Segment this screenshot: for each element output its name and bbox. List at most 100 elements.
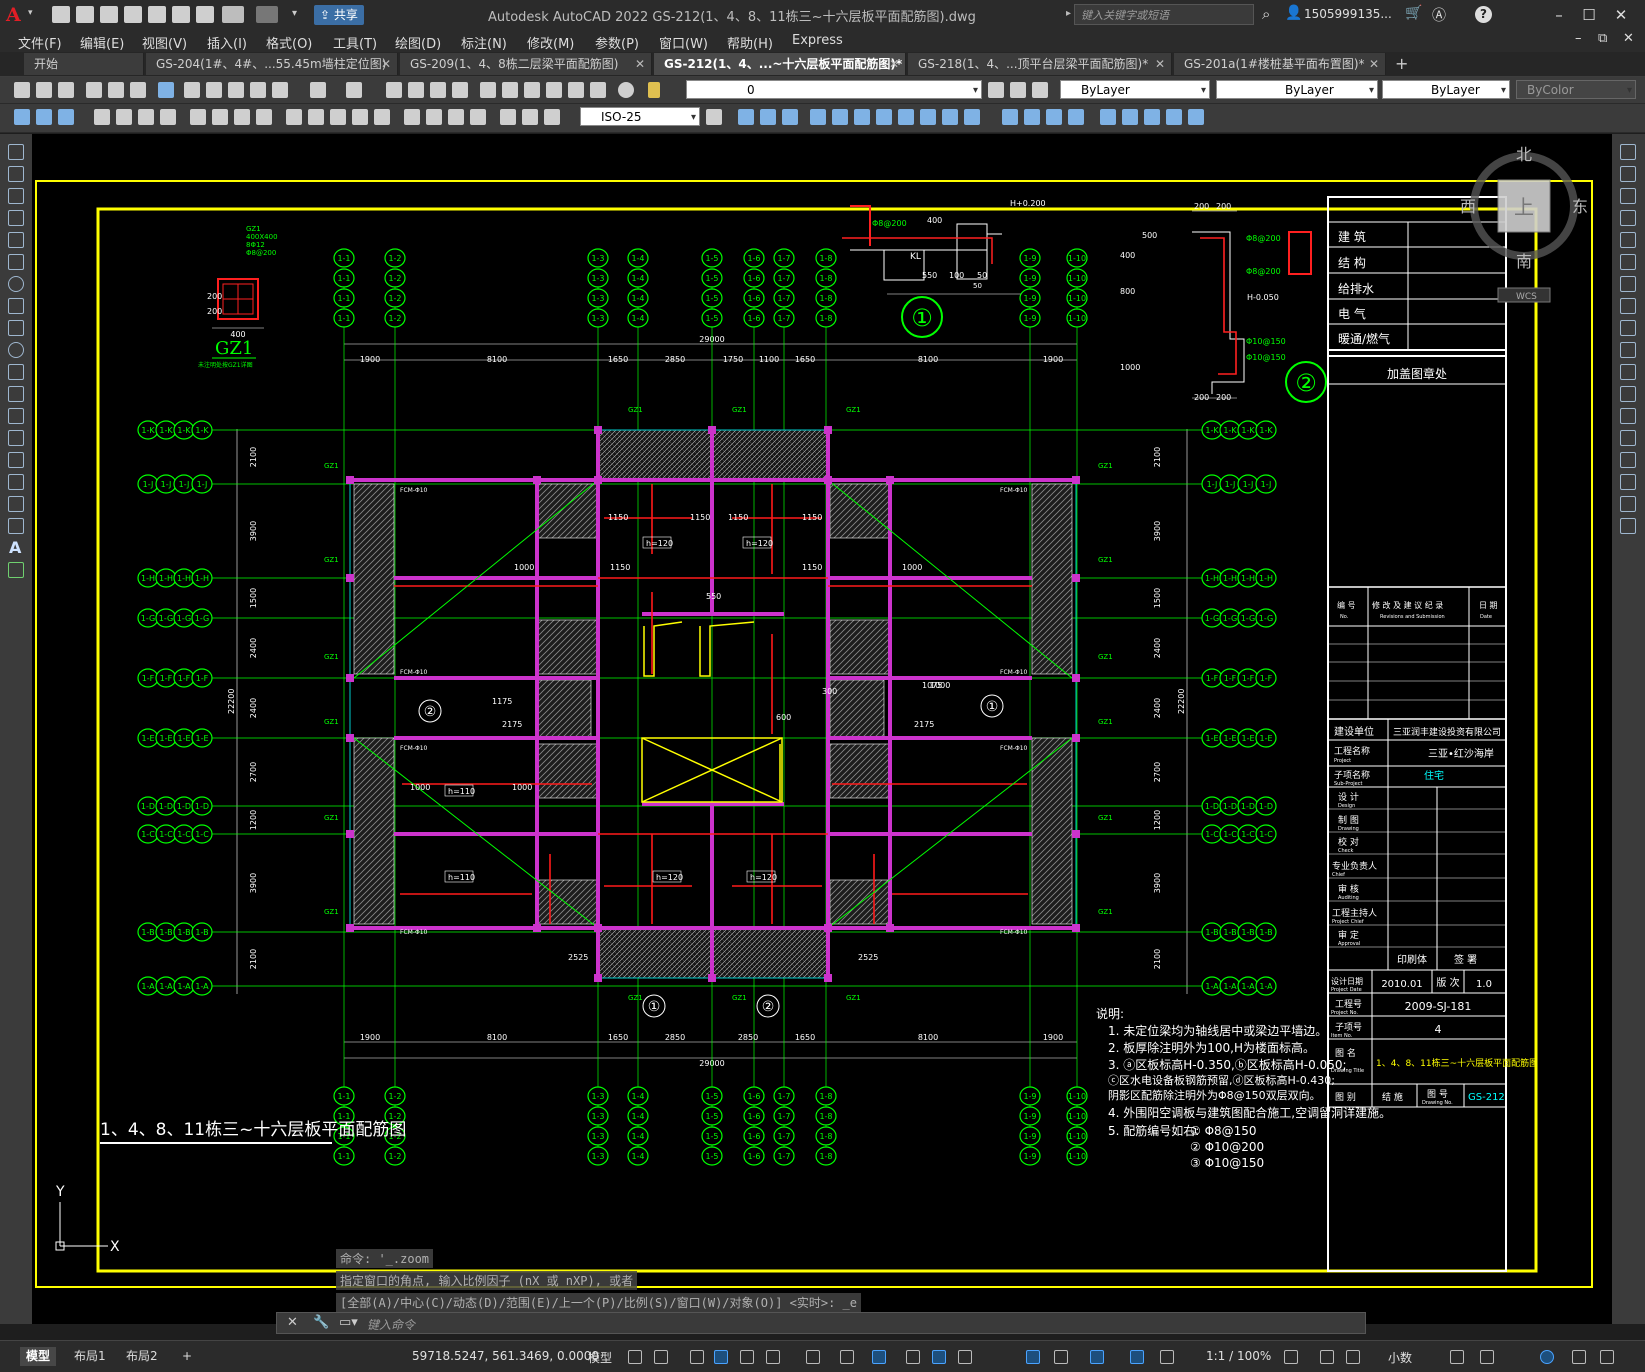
new-tab-icon[interactable]: + xyxy=(1395,54,1408,73)
autodesk-a360-icon[interactable]: Ⓐ xyxy=(1432,5,1446,25)
maximize-button[interactable]: ☐ xyxy=(1575,4,1603,26)
menu-dimension[interactable]: 标注(N) xyxy=(461,33,507,52)
cycle-icon[interactable] xyxy=(36,109,52,125)
tab-close-icon[interactable]: ✕ xyxy=(381,53,391,75)
extend-icon[interactable] xyxy=(1620,364,1636,380)
viewcube-west[interactable]: 西 xyxy=(1460,197,1476,216)
layer-dropdown[interactable]: 0 xyxy=(686,80,982,99)
open-web-icon[interactable] xyxy=(148,6,166,23)
redo-icon[interactable] xyxy=(346,82,362,98)
recent-cmd-icon[interactable]: ▭▾ xyxy=(339,1315,358,1330)
annotation-monitor-icon[interactable] xyxy=(1026,1350,1040,1364)
doc-restore-button[interactable]: ⧉ xyxy=(1598,31,1607,46)
polyline-icon[interactable] xyxy=(8,188,24,204)
customize-qat-icon[interactable]: ▾ xyxy=(292,8,297,19)
3d-mirror-icon[interactable] xyxy=(876,109,892,125)
3d-intersect-icon[interactable] xyxy=(1024,109,1040,125)
paste-icon[interactable] xyxy=(228,82,244,98)
plotstyle-dropdown[interactable]: ByColor xyxy=(1516,80,1636,99)
erase-icon[interactable] xyxy=(1620,144,1636,160)
lock-ui-icon[interactable] xyxy=(1480,1350,1494,1364)
quick-dim-icon[interactable] xyxy=(286,109,302,125)
mirror-icon[interactable] xyxy=(1620,188,1636,204)
aligned-dim-icon[interactable] xyxy=(116,109,132,125)
viewcube-south[interactable]: 南 xyxy=(1516,252,1532,271)
point-icon[interactable] xyxy=(8,430,24,446)
user-icon[interactable]: 👤 xyxy=(1285,5,1302,21)
user-name[interactable]: 1505999135... xyxy=(1304,7,1392,21)
3d-array-icon[interactable] xyxy=(898,109,914,125)
tab-close-icon[interactable]: ✕ xyxy=(889,53,899,75)
markup-icon[interactable] xyxy=(568,82,584,98)
3d-move-icon[interactable] xyxy=(810,109,826,125)
radius-icon[interactable] xyxy=(190,109,206,125)
polar-icon[interactable] xyxy=(766,1350,780,1364)
region-icon[interactable] xyxy=(8,496,24,512)
cycle2-icon[interactable] xyxy=(58,109,74,125)
ortho-icon[interactable] xyxy=(740,1350,754,1364)
close-cmd-icon[interactable]: ✕ xyxy=(287,1315,298,1330)
lineweight-dropdown[interactable]: ByLayer xyxy=(1382,80,1510,99)
object-snap-icon[interactable] xyxy=(872,1350,886,1364)
preview-icon[interactable] xyxy=(108,82,124,98)
continue-icon[interactable] xyxy=(330,109,346,125)
3d-loft-icon[interactable] xyxy=(1122,109,1138,125)
spline-icon[interactable] xyxy=(8,320,24,336)
rotate-icon[interactable] xyxy=(1620,276,1636,292)
hatch-icon[interactable] xyxy=(8,452,24,468)
units-value[interactable]: 小数 xyxy=(1388,1349,1412,1366)
customize-status-icon[interactable] xyxy=(1600,1350,1614,1364)
menu-tools[interactable]: 工具(T) xyxy=(333,33,377,52)
cart-icon[interactable]: 🛒 xyxy=(1405,5,1422,21)
center-mark-icon[interactable] xyxy=(426,109,442,125)
gradient-icon[interactable] xyxy=(8,474,24,490)
ellipse-arc-icon[interactable] xyxy=(8,364,24,380)
clean-screen-icon[interactable] xyxy=(1572,1350,1586,1364)
qnew-icon[interactable] xyxy=(14,82,30,98)
save-icon[interactable] xyxy=(100,6,118,23)
linear-dim-icon[interactable] xyxy=(94,109,110,125)
isodraft-icon[interactable] xyxy=(806,1350,820,1364)
command-input[interactable]: 键入命令 xyxy=(367,1316,415,1333)
trim-icon[interactable] xyxy=(1620,342,1636,358)
zoom-previous-icon[interactable] xyxy=(452,82,468,98)
color-dropdown[interactable]: ByLayer xyxy=(1060,80,1210,99)
zoom-realtime-icon[interactable] xyxy=(408,82,424,98)
diameter-icon[interactable] xyxy=(234,109,250,125)
menu-draw[interactable]: 绘图(D) xyxy=(395,33,441,52)
plot-icon[interactable] xyxy=(196,6,214,23)
auto-scale-icon[interactable] xyxy=(1130,1350,1144,1364)
design-center-icon[interactable] xyxy=(502,82,518,98)
annotation-scale-value[interactable]: 1:1 / 100% xyxy=(1206,1349,1271,1363)
line-icon[interactable] xyxy=(8,144,24,160)
revcloud-icon[interactable] xyxy=(8,298,24,314)
viewcube-top[interactable]: 上 xyxy=(1514,195,1534,219)
3d-sweep-icon[interactable] xyxy=(1100,109,1116,125)
add-layout-button[interactable]: + xyxy=(176,1347,198,1366)
match-prop-icon[interactable] xyxy=(250,82,266,98)
menu-view[interactable]: 视图(V) xyxy=(142,33,187,52)
3d-align-icon[interactable] xyxy=(854,109,870,125)
layout-tab-2[interactable]: 布局2 xyxy=(120,1347,164,1366)
app-menu-chevron-icon[interactable]: ▾ xyxy=(28,8,33,18)
menu-modify[interactable]: 修改(M) xyxy=(527,33,574,52)
viewcube[interactable]: 上 北 南 东 西 WCS xyxy=(1460,145,1588,303)
break-point-icon[interactable] xyxy=(1620,386,1636,402)
search-expand-icon[interactable]: ▸ xyxy=(1066,8,1071,19)
construction-line-icon[interactable] xyxy=(8,166,24,182)
search-icon[interactable]: ⌕ xyxy=(1262,5,1270,23)
add-selected-icon[interactable] xyxy=(8,562,24,578)
redo-icon[interactable] xyxy=(256,6,278,23)
make-current-icon[interactable] xyxy=(988,82,1004,98)
jogged-icon[interactable] xyxy=(212,109,228,125)
plot-icon[interactable] xyxy=(86,82,102,98)
zoom-window-icon[interactable] xyxy=(430,82,446,98)
jogged-linear-icon[interactable] xyxy=(470,109,486,125)
hardware-accel-icon[interactable] xyxy=(1540,1350,1554,1364)
chamfer-icon[interactable] xyxy=(1620,452,1636,468)
3d-extrude-icon[interactable] xyxy=(1046,109,1062,125)
dim-text-edit-icon[interactable] xyxy=(522,109,538,125)
polygon-icon[interactable] xyxy=(8,210,24,226)
3d-subtract-icon[interactable] xyxy=(1002,109,1018,125)
command-line[interactable]: ✕ 🔧 ▭▾ 键入命令 xyxy=(276,1312,1366,1334)
